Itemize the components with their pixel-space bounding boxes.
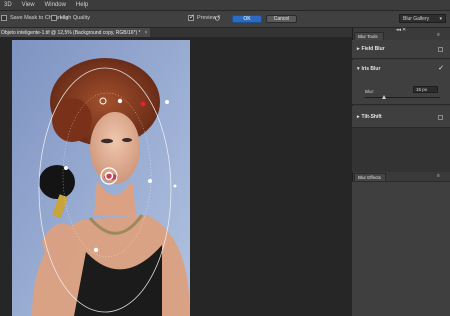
feather-handle-bottom[interactable] (93, 247, 99, 253)
panel-menu-icon[interactable]: ≡ (437, 32, 440, 38)
collapse-section-icon: ▾ (357, 66, 360, 72)
menu-window[interactable]: Window (45, 2, 66, 8)
tab-blur-effects[interactable]: Blur Effects (354, 173, 386, 181)
feather-handle-top[interactable] (117, 98, 123, 104)
rotate-handle[interactable] (140, 101, 146, 107)
document-title: Objeto inteligente-1.tif @ 12,5% (Backgr… (1, 29, 141, 36)
makeup-brush (39, 165, 75, 199)
field-blur-checkbox[interactable] (438, 47, 443, 52)
field-blur-label: Field Blur (361, 46, 385, 52)
close-icon[interactable]: × (145, 30, 148, 36)
feather-handle-left[interactable] (64, 166, 68, 170)
high-quality-checkbox[interactable] (51, 15, 57, 21)
document-tab[interactable]: Objeto inteligente-1.tif @ 12,5% (Backgr… (0, 28, 150, 37)
cancel-button[interactable]: Cancel (266, 15, 297, 23)
menu-view[interactable]: View (22, 2, 35, 8)
preview-option[interactable]: Preview (188, 13, 217, 21)
tab-blur-tools[interactable]: Blur Tools (354, 32, 384, 40)
high-quality-label: High Quality (60, 15, 90, 21)
tilt-shift-label: Tilt-Shift (361, 113, 382, 120)
blur-tools-label: Blur Tools (358, 34, 378, 39)
collapse-icon[interactable]: ◂◂ (396, 27, 401, 33)
blur-slider-track[interactable] (365, 97, 440, 98)
panel-controls: ◂◂ ✕ (396, 27, 406, 33)
blur-effects-label: Blur Effects (358, 175, 381, 180)
blur-gallery-label: Blur Gallery (403, 15, 430, 22)
chevron-down-icon: ▾ (439, 15, 442, 22)
panel-empty-space (352, 128, 450, 172)
ok-button[interactable]: OK (232, 15, 262, 23)
expand-icon-tilt: ▸ (357, 113, 360, 120)
blur-slider-thumb[interactable] (382, 95, 386, 99)
left-eye (101, 138, 113, 144)
expand-icon: ▸ (357, 46, 360, 52)
save-mask-checkbox[interactable] (1, 15, 7, 21)
ellipse-handle-top-right[interactable] (165, 100, 169, 104)
field-blur-section[interactable]: ▸ Field Blur (352, 40, 450, 59)
menu-help[interactable]: Help (76, 2, 88, 8)
blur-effects-panel (352, 181, 450, 316)
blur-amount-field[interactable]: 15 px (413, 86, 438, 93)
feather-handle-right[interactable] (148, 179, 152, 183)
photo-canvas[interactable] (12, 40, 190, 316)
blur-gallery-select[interactable]: Blur Gallery ▾ (399, 14, 446, 23)
preview-checkbox[interactable] (188, 13, 195, 21)
check-icon[interactable]: ✓ (438, 64, 444, 72)
close-panel-icon[interactable]: ✕ (402, 27, 406, 33)
tilt-shift-section[interactable]: ▸ Tilt-Shift (352, 106, 450, 128)
iris-blur-label: Iris Blur (361, 66, 381, 72)
ellipse-handle-right[interactable] (173, 184, 177, 188)
menu-bar: 3D View Window Help (0, 0, 450, 11)
right-eye (122, 138, 132, 142)
menu-3d[interactable]: 3D (4, 2, 12, 8)
iris-blur-section[interactable]: ▾ Iris Blur ✓ (352, 60, 450, 105)
high-quality-option[interactable]: High Quality (51, 15, 90, 21)
face (90, 112, 140, 184)
effects-menu-icon[interactable]: ≡ (437, 173, 440, 179)
reset-icon[interactable]: ↺ (214, 14, 221, 23)
options-bar: Save Mask to Channels High Quality Previ… (0, 11, 450, 28)
document-tabbar: Objeto inteligente-1.tif @ 12,5% (Backgr… (0, 28, 352, 37)
blur-label: Blur: (365, 89, 375, 94)
tilt-shift-checkbox[interactable] (438, 115, 443, 120)
